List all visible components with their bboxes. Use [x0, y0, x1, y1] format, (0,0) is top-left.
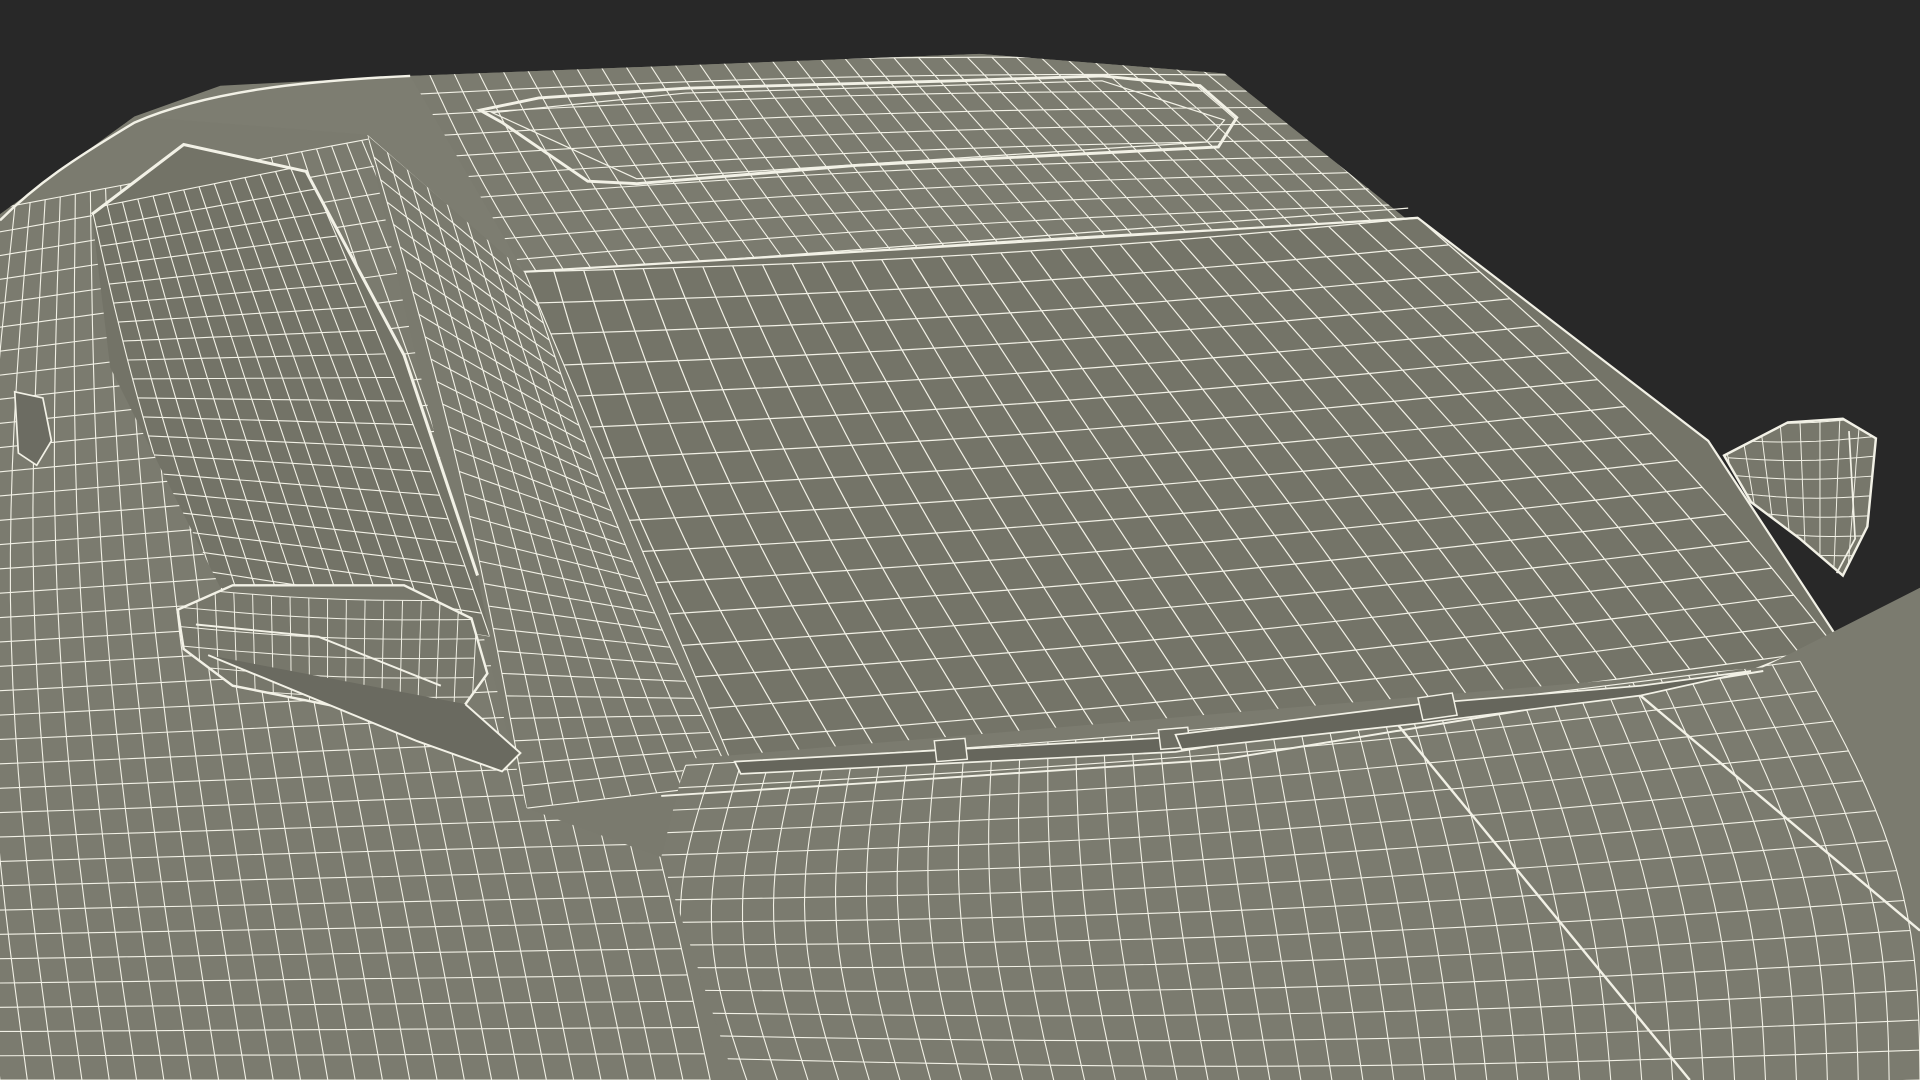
wireframe-car-scene [0, 53, 1920, 1080]
